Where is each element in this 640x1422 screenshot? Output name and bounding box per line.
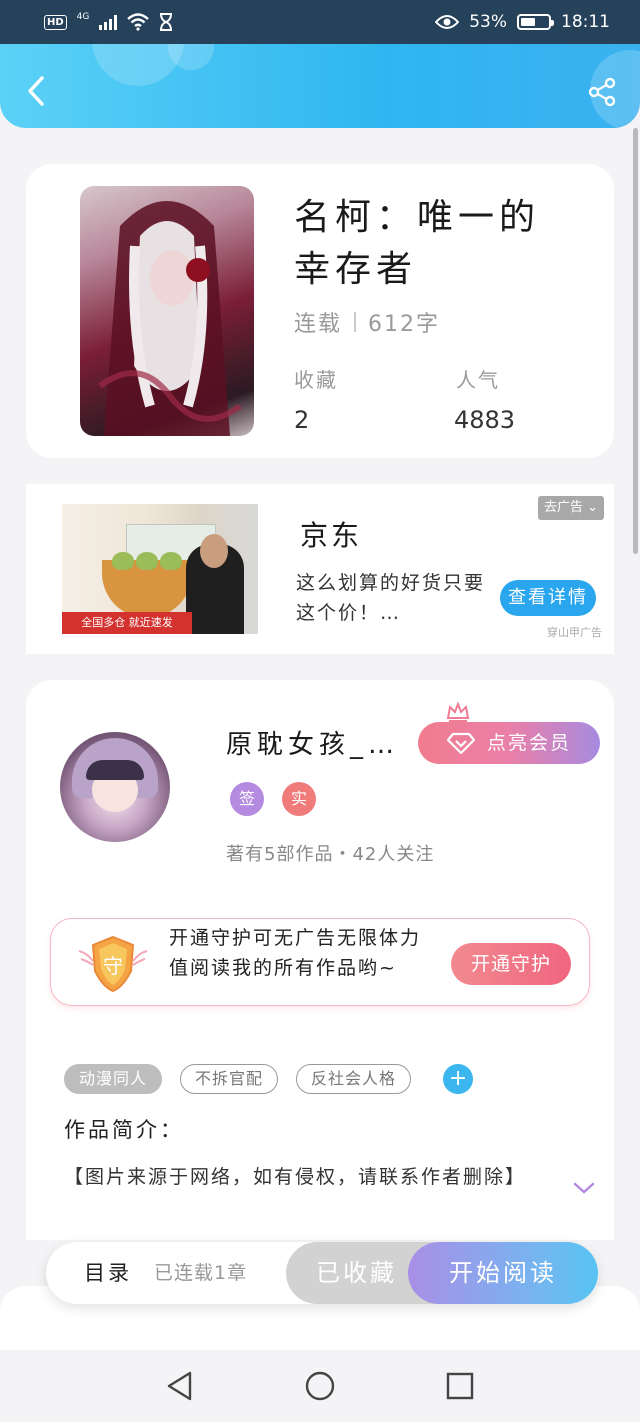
nav-home-button[interactable] xyxy=(300,1366,340,1406)
guard-text: 开通守护可无广告无限体力值阅读我的所有作品哟~ xyxy=(169,927,422,979)
ad-banner[interactable]: 全国多仓 就近速发 京东 这么划算的好货只要这个价！… 去广告 ⌄ 查看详情 穿… xyxy=(26,484,614,654)
ad-source: 穿山甲广告 xyxy=(547,626,602,639)
tag-item[interactable]: 动漫同人 xyxy=(64,1064,163,1094)
hd-indicator: HD xyxy=(44,14,67,30)
system-nav-bar xyxy=(0,1350,640,1422)
vip-label: 点亮会员 xyxy=(486,732,571,754)
product-dumpling xyxy=(112,552,134,570)
serial-status: 连载 xyxy=(294,312,343,337)
ad-brand: 京东 xyxy=(300,519,363,552)
square-recents-icon xyxy=(446,1372,474,1400)
guard-promo: 守 开通守护可无广告无限体力值阅读我的所有作品哟~ 开通守护 xyxy=(50,918,590,1006)
add-tag-button[interactable]: + xyxy=(443,1064,474,1094)
popularity-value: 4883 xyxy=(454,406,516,434)
eye-icon xyxy=(435,15,460,29)
tag-item[interactable]: 不拆官配 xyxy=(180,1064,279,1094)
triangle-back-icon xyxy=(167,1371,192,1401)
clock: 18:11 xyxy=(561,12,610,32)
chevron-down-icon: ⌄ xyxy=(587,500,598,515)
expand-chevron-icon[interactable] xyxy=(572,1180,596,1196)
intro-label: 作品简介： xyxy=(64,1118,184,1142)
hourglass-icon xyxy=(160,13,173,31)
action-bar: 目录 已连载1章 已收藏 开始阅读 xyxy=(46,1242,598,1304)
chapter-count: 已连载1章 xyxy=(154,1262,248,1284)
circle-home-icon xyxy=(305,1371,335,1401)
author-stats: 著有5部作品・42人关注 xyxy=(226,844,435,865)
wifi-icon xyxy=(127,13,150,31)
open-guard-button[interactable]: 开通守护 xyxy=(451,943,571,985)
share-icon[interactable] xyxy=(586,76,618,108)
scrollbar[interactable] xyxy=(633,128,638,554)
top-header xyxy=(0,44,640,128)
product-dumpling xyxy=(136,552,158,570)
guard-icon-char: 守 xyxy=(103,954,123,978)
author-card: 原耽女孩_… 点亮会员 签 实 著有5部作品・42人关注 守 开通守护可无广告无… xyxy=(26,680,614,1240)
crown-icon xyxy=(446,702,470,722)
ad-banner-text: 全国多仓 就近速发 xyxy=(62,612,192,634)
intro-text: 【图片来源于网络，如有侵权，请联系作者删除】 xyxy=(64,1166,527,1188)
book-cover-image[interactable] xyxy=(80,186,254,436)
divider xyxy=(354,312,357,332)
ad-person-face xyxy=(200,534,228,568)
remove-ad-label: 去广告 xyxy=(543,500,583,515)
author-avatar[interactable] xyxy=(60,732,170,842)
tag-list: 动漫同人 不拆官配 反社会人格 + xyxy=(64,1064,474,1094)
battery-percent: 53% xyxy=(469,12,507,32)
favorites-value: 2 xyxy=(294,406,310,434)
ad-image[interactable]: 全国多仓 就近速发 xyxy=(62,504,258,634)
author-name[interactable]: 原耽女孩_… xyxy=(226,724,399,761)
signed-badge: 签 xyxy=(230,782,264,816)
toc-button[interactable]: 目录 xyxy=(84,1242,132,1304)
nav-back-button[interactable] xyxy=(160,1366,200,1406)
network-type: 4G xyxy=(76,12,90,22)
back-button[interactable] xyxy=(22,74,50,108)
avatar-hair xyxy=(86,760,144,780)
verified-badge: 实 xyxy=(282,782,316,816)
word-count: 612字 xyxy=(368,312,441,337)
product-dumpling xyxy=(160,552,182,570)
popularity-label: 人气 xyxy=(456,368,500,392)
start-reading-button[interactable]: 开始阅读 xyxy=(408,1242,598,1304)
status-bar: HD 4G 53% 18:11 xyxy=(0,0,640,44)
remove-ad-button[interactable]: 去广告 ⌄ xyxy=(537,496,604,520)
cover-illustration xyxy=(98,201,242,436)
tag-item[interactable]: 反社会人格 xyxy=(296,1064,412,1094)
nav-recents-button[interactable] xyxy=(440,1366,480,1406)
diamond-icon xyxy=(446,732,475,754)
signal-icon xyxy=(99,14,118,30)
battery-icon xyxy=(517,14,554,30)
book-meta: 连载 612字 xyxy=(294,306,440,338)
ad-details-button[interactable]: 查看详情 xyxy=(500,580,596,616)
book-title: 名柯：唯一的幸存者 xyxy=(294,197,541,290)
guard-shield-icon: 守 xyxy=(78,935,148,993)
favorites-label: 收藏 xyxy=(294,368,338,392)
ad-description: 这么划算的好货只要这个价！… xyxy=(296,572,486,624)
vip-button[interactable]: 点亮会员 xyxy=(418,722,600,764)
book-info-card: 名柯：唯一的幸存者 连载 612字 收藏 人气 2 4883 xyxy=(26,164,614,458)
